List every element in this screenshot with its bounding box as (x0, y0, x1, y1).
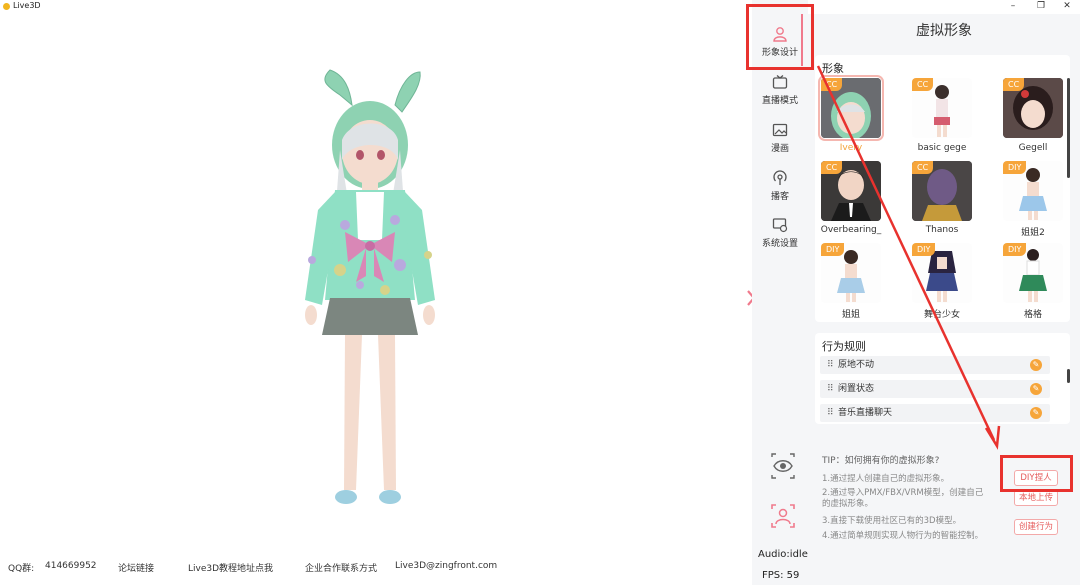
email-link[interactable]: Live3D@zingfront.com (395, 561, 497, 571)
title-bar: Live3D – ❐ ✕ (0, 0, 1080, 14)
window-title: Live3D (13, 1, 41, 10)
badge: CC (1003, 78, 1025, 91)
avatar-name: 舞台少女 (923, 310, 960, 320)
nav-label: 播客 (770, 192, 789, 202)
nav-item-avatar-design[interactable]: 形象设计 (752, 26, 808, 72)
app-logo-icon (3, 3, 10, 10)
badge: CC (821, 78, 843, 91)
nav-item-comic[interactable]: 漫画 (752, 122, 808, 168)
badge: CC (912, 161, 934, 174)
close-icon[interactable]: ✕ (1054, 0, 1080, 13)
qq-number: 414669952 (45, 561, 97, 571)
rule-row[interactable]: ⠿ 原地不动 ✎ (820, 356, 1050, 374)
avatar-name: 姐姐2 (1021, 228, 1045, 238)
eye-visibility-icon[interactable] (770, 453, 796, 479)
edit-icon[interactable]: ✎ (1030, 359, 1042, 371)
rule-row[interactable]: ⠿ 闲置状态 ✎ (820, 380, 1050, 398)
rules-scrollbar[interactable] (1067, 369, 1070, 383)
nav-label: 形象设计 (761, 48, 798, 58)
tv-icon (772, 75, 788, 89)
drag-handle-icon[interactable]: ⠿ (827, 356, 834, 374)
avatar-name: Gegell (1018, 143, 1048, 153)
avatar-thumb[interactable]: CC (818, 75, 884, 141)
avatar-name: basic gege (917, 143, 967, 153)
nav-item-live-mode[interactable]: 直播模式 (752, 74, 808, 120)
minimize-button[interactable]: – (1000, 0, 1026, 13)
edit-icon[interactable]: ✎ (1030, 407, 1042, 419)
avatar-name: Thanos (925, 225, 959, 235)
forum-link[interactable]: 论坛链接 (118, 561, 154, 574)
avatar-name: 姐姐 (841, 310, 860, 320)
qq-label: QQ群: (8, 564, 35, 574)
avatar-stage[interactable] (0, 14, 748, 585)
image-icon (772, 123, 788, 137)
badge: DIY (1003, 243, 1027, 256)
maximize-icon[interactable]: ❐ (1028, 0, 1054, 13)
nav-label: 漫画 (770, 144, 789, 154)
local-upload-button[interactable]: 本地上传 (1014, 490, 1058, 506)
audio-status: Audio:idle (758, 549, 808, 560)
tutorial-link[interactable]: Live3D教程地址点我 (188, 561, 273, 574)
active-indicator (801, 14, 803, 66)
create-rule-button[interactable]: 创建行为 (1014, 519, 1058, 535)
avatar-model-image (305, 69, 435, 504)
rule-label: 闲置状态 (838, 384, 875, 394)
tip-title: TIP：如何拥有你的虚拟形象? (822, 456, 940, 466)
rule-label: 原地不动 (838, 360, 875, 370)
badge: DIY (1003, 161, 1027, 174)
tip-line: 3.直接下载使用社区已有的3D模型。 (822, 516, 962, 526)
diy-create-button[interactable]: DIY捏人 (1014, 470, 1058, 486)
avatar-thumb[interactable]: CC (821, 161, 881, 221)
rule-label: 音乐直播聊天 (838, 408, 893, 418)
nav-item-system-settings[interactable]: 系统设置 (752, 217, 808, 263)
settings-icon (772, 218, 788, 233)
badge: DIY (912, 243, 936, 256)
avatar-thumb[interactable]: DIY (1003, 243, 1063, 303)
face-capture-icon[interactable] (770, 503, 796, 529)
avatar-thumb[interactable]: CC (1003, 78, 1063, 138)
rules-section-label: 行为规则 (822, 340, 866, 353)
fps-counter: FPS: 59 (762, 570, 800, 581)
nav-item-podcast[interactable]: 播客 (752, 170, 808, 216)
avatar-thumb[interactable]: DIY (821, 243, 881, 303)
drag-handle-icon[interactable]: ⠿ (827, 380, 834, 398)
business-link[interactable]: 企业合作联系方式 (305, 561, 377, 574)
avatar-name: 格格 (1023, 310, 1042, 320)
avatar-name: Overbearing_ (820, 225, 882, 235)
avatar-name: Ivery (839, 143, 863, 153)
avatar-thumb[interactable]: DIY (1003, 161, 1063, 221)
tip-line: 的虚拟形象。 (822, 499, 874, 509)
drag-handle-icon[interactable]: ⠿ (827, 404, 834, 422)
avatar-thumb[interactable]: CC (912, 161, 972, 221)
nav-label: 直播模式 (761, 96, 798, 106)
avatar-user-icon (773, 27, 787, 42)
edit-icon[interactable]: ✎ (1030, 383, 1042, 395)
podcast-icon (773, 170, 787, 185)
panel-title: 虚拟形象 (916, 23, 972, 39)
avatar-thumb[interactable]: DIY (912, 243, 972, 303)
tip-line: 1.通过捏人创建自己的虚拟形象。 (822, 474, 950, 484)
nav-label: 系统设置 (761, 239, 798, 249)
badge: DIY (821, 243, 845, 256)
badge: CC (912, 78, 934, 91)
tip-line: 4.通过简单规则实现人物行为的智能控制。 (822, 531, 984, 541)
avatar-scrollbar[interactable] (1067, 78, 1070, 178)
avatar-thumb[interactable]: CC (912, 78, 972, 138)
badge: CC (821, 161, 843, 174)
avatar-section-label: 形象 (822, 62, 844, 75)
rule-row[interactable]: ⠿ 音乐直播聊天 ✎ (820, 404, 1050, 422)
